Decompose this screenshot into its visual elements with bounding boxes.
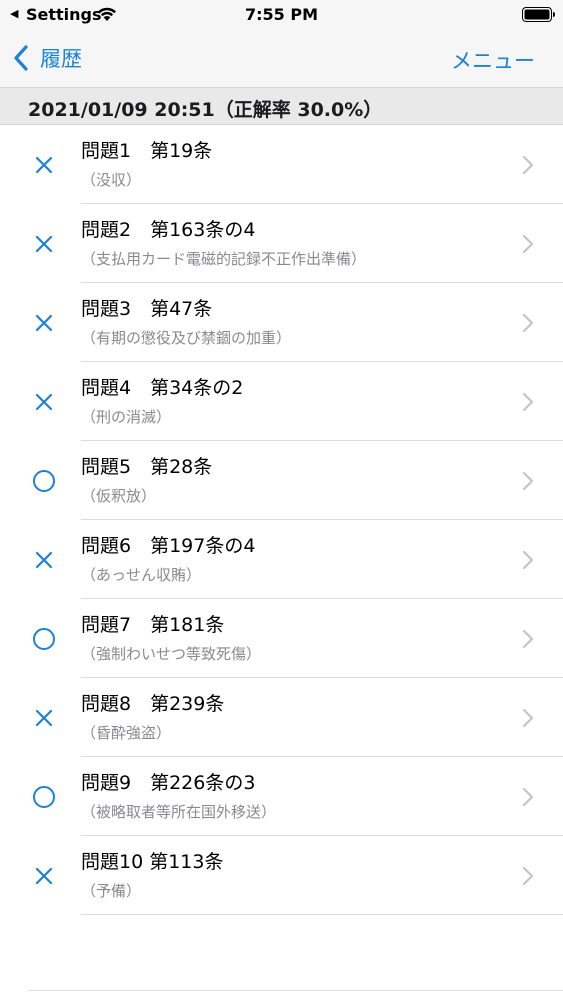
circle-icon [33, 786, 55, 808]
chevron-right-icon [522, 471, 534, 491]
back-button[interactable]: 履歴 [12, 40, 82, 76]
list-item[interactable]: 問題2 第163条の4 （支払用カード電磁的記録不正作出準備） [0, 204, 563, 283]
question-title: 問題6 第197条の4 [81, 535, 256, 557]
status-bar: ◀ Settings 7:55 PM [0, 0, 563, 30]
question-subtitle: （刑の消滅） [81, 408, 172, 426]
question-title: 問題4 第34条の2 [81, 377, 244, 399]
section-header: 2021/01/09 20:51（正解率 30.0%） [0, 87, 563, 125]
cross-icon [35, 314, 53, 332]
question-title: 問題7 第181条 [81, 614, 225, 636]
cross-icon [35, 551, 53, 569]
list-item[interactable]: 問題10 第113条 （予備） [0, 836, 563, 915]
chevron-left-icon [14, 45, 28, 71]
question-subtitle: （あっせん収賄） [81, 566, 202, 584]
status-time: 7:55 PM [244, 5, 318, 24]
list-item[interactable]: 問題9 第226条の3 （被略取者等所在国外移送） [0, 757, 563, 836]
chevron-right-icon [522, 866, 534, 886]
question-title: 問題5 第28条 [81, 456, 213, 478]
question-title: 問題10 第113条 [81, 851, 224, 873]
section-header-title: 2021/01/09 20:51（正解率 30.0%） [28, 99, 383, 121]
bottom-divider [28, 990, 563, 991]
list-item[interactable]: 問題6 第197条の4 （あっせん収賄） [0, 520, 563, 599]
chevron-right-icon [522, 392, 534, 412]
chevron-right-icon [522, 234, 534, 254]
question-title: 問題9 第226条の3 [81, 772, 256, 794]
list-item[interactable]: 問題5 第28条 （仮釈放） [0, 441, 563, 520]
battery-icon [522, 7, 555, 22]
cross-icon [35, 867, 53, 885]
chevron-right-icon [522, 313, 534, 333]
question-subtitle: （予備） [81, 882, 142, 900]
question-title: 問題8 第239条 [81, 693, 225, 715]
cross-icon [35, 156, 53, 174]
question-list: 問題1 第19条 （没収） 問題2 第163条の4 （支払用カード電磁的記録不正… [0, 125, 563, 915]
back-button-label[interactable]: 履歴 [40, 43, 82, 73]
menu-button[interactable]: メニュー [451, 45, 535, 75]
chevron-right-icon [522, 787, 534, 807]
circle-icon [33, 628, 55, 650]
cross-icon [35, 393, 53, 411]
question-subtitle: （強制わいせつ等致死傷） [81, 645, 262, 663]
cross-icon [35, 709, 53, 727]
chevron-right-icon [522, 629, 534, 649]
list-item[interactable]: 問題7 第181条 （強制わいせつ等致死傷） [0, 599, 563, 678]
cross-icon [35, 235, 53, 253]
list-item[interactable]: 問題3 第47条 （有期の懲役及び禁錮の加重） [0, 283, 563, 362]
circle-icon [33, 470, 55, 492]
chevron-right-icon [522, 155, 534, 175]
navigation-bar: 履歴 メニュー [0, 30, 563, 87]
question-title: 問題3 第47条 [81, 298, 213, 320]
question-subtitle: （仮釈放） [81, 487, 157, 505]
row-divider [81, 914, 563, 915]
chevron-right-icon [522, 708, 534, 728]
chevron-right-icon [522, 550, 534, 570]
list-item[interactable]: 問題8 第239条 （昏酔強盗） [0, 678, 563, 757]
question-title: 問題2 第163条の4 [81, 219, 256, 241]
list-item[interactable]: 問題4 第34条の2 （刑の消滅） [0, 362, 563, 441]
question-subtitle: （昏酔強盗） [81, 724, 172, 742]
question-subtitle: （没収） [81, 171, 142, 189]
question-subtitle: （被略取者等所在国外移送） [81, 803, 277, 821]
question-subtitle: （支払用カード電磁的記録不正作出準備） [81, 250, 367, 268]
question-subtitle: （有期の懲役及び禁錮の加重） [81, 329, 292, 347]
question-title: 問題1 第19条 [81, 140, 213, 162]
list-item[interactable]: 問題1 第19条 （没収） [0, 125, 563, 204]
